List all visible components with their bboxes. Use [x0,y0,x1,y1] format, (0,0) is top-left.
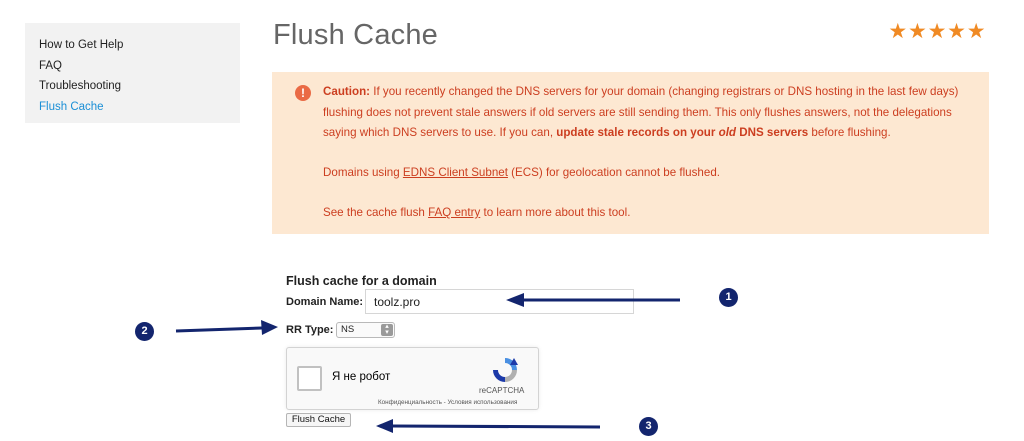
ecs-link[interactable]: EDNS Client Subnet [403,166,508,179]
sidebar-item-faq[interactable]: FAQ [39,56,240,77]
recaptcha-widget: Я не робот reCAPTCHA Конфиденциальность … [286,347,539,410]
caution-label: Caution: [323,85,371,98]
rr-type-value: NS [341,324,355,335]
rating-stars: ★ ★ ★ ★ ★ [888,21,986,43]
annotation-arrow-2 [175,320,278,335]
star-icon[interactable]: ★ [947,21,967,43]
caution-text: Caution: If you recently changed the DNS… [323,85,959,139]
recaptcha-label: Я не робот [332,371,391,383]
warning-icon: ! [295,85,311,101]
sidebar-item-troubleshooting[interactable]: Troubleshooting [39,76,240,97]
star-icon[interactable]: ★ [908,21,928,43]
sidebar-item-how-to-get-help[interactable]: How to Get Help [39,35,240,56]
domain-name-label: Domain Name: [286,296,364,308]
rr-type-label: RR Type: [286,324,334,336]
star-icon[interactable]: ★ [927,21,947,43]
ecs-note: Domains using EDNS Client Subnet (ECS) f… [323,166,720,179]
recaptcha-logo-icon [493,358,518,382]
rr-type-select[interactable]: NS ▴ ▾ [336,322,395,338]
star-icon[interactable]: ★ [966,21,986,43]
sidebar-nav: How to Get Help FAQ Troubleshooting Flus… [25,23,240,123]
annotation-arrow-3 [376,419,601,433]
recaptcha-terms-link[interactable]: Конфиденциальность - Условия использован… [378,399,517,406]
domain-name-input[interactable] [365,289,634,314]
step-badge-3: 3 [639,417,658,436]
chevron-up-down-icon: ▴ ▾ [381,323,393,336]
step-badge-2: 2 [135,322,154,341]
sidebar-item-flush-cache[interactable]: Flush Cache [39,97,240,118]
form-title: Flush cache for a domain [286,274,437,288]
step-badge-1: 1 [719,288,738,307]
page-title: Flush Cache [273,19,438,51]
faq-entry-link[interactable]: FAQ entry [428,206,480,219]
flush-cache-button[interactable]: Flush Cache [286,413,351,427]
recaptcha-brand: reCAPTCHA [479,386,525,395]
star-icon[interactable]: ★ [888,21,908,43]
faq-note: See the cache flush FAQ entry to learn m… [323,206,631,219]
caution-box: ! Caution: If you recently changed the D… [272,72,989,234]
recaptcha-checkbox[interactable] [297,366,322,391]
